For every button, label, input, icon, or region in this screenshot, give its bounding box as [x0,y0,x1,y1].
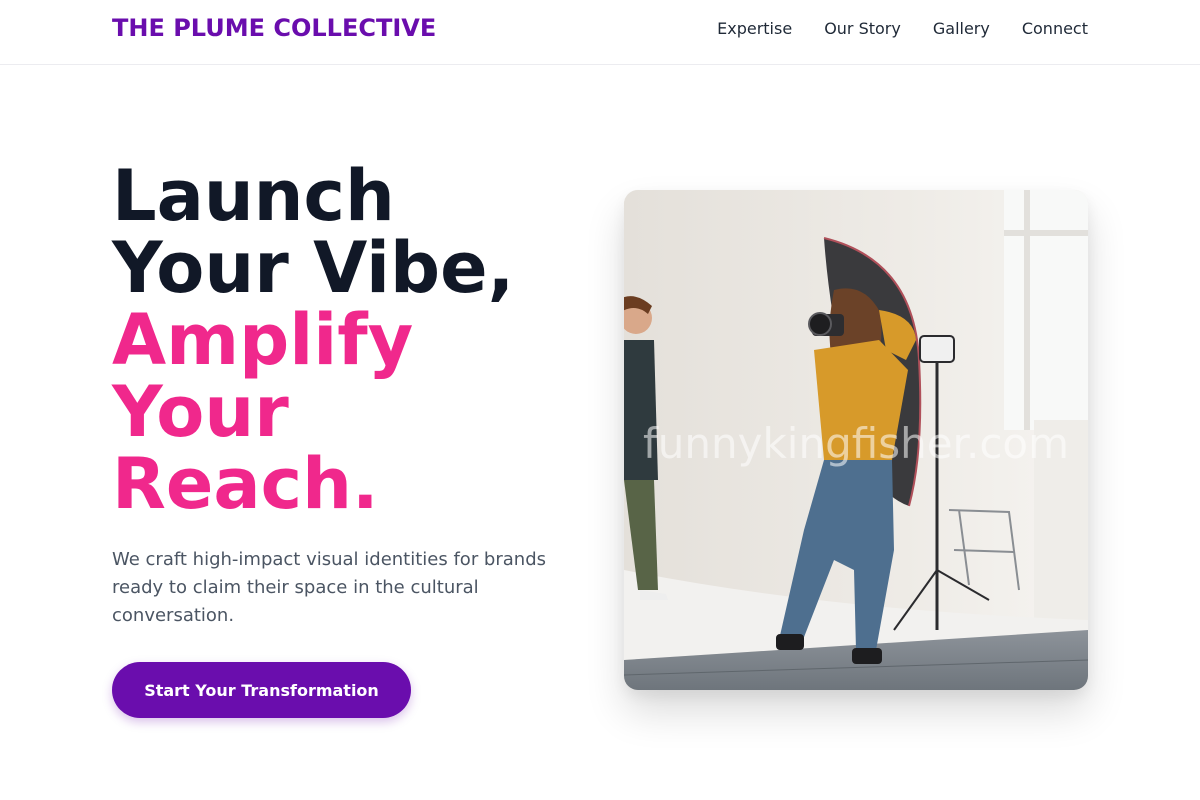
top-navbar: THE PLUME COLLECTIVE Expertise Our Story… [0,0,1200,65]
nav-menu: Expertise Our Story Gallery Connect [717,19,1088,38]
watermark-text: funnykingfisher.com [643,419,1069,468]
brand-logo[interactable]: THE PLUME COLLECTIVE [112,14,436,42]
photographer-studio-illustration: funnykingfisher.com [624,190,1088,690]
headline-accent-line-2: Your [112,371,289,453]
nav-link-our-story[interactable]: Our Story [824,19,901,38]
start-transformation-button[interactable]: Start Your Transformation [112,662,411,718]
hero-headline: Launch Your Vibe, Amplify Your Reach. [112,160,582,520]
hero-headline-block: Launch Your Vibe, Amplify Your Reach. [112,160,582,520]
hero-description: We craft high-impact visual identities f… [112,549,547,626]
nav-link-connect[interactable]: Connect [1022,19,1088,38]
hero-photo: funnykingfisher.com [624,190,1088,690]
headline-accent-line-3: Reach. [112,443,379,525]
headline-line-1: Launch [112,155,395,237]
headline-accent-line-1: Amplify [112,299,414,381]
headline-line-2: Your Vibe, [112,227,515,309]
nav-link-expertise[interactable]: Expertise [717,19,792,38]
nav-link-gallery[interactable]: Gallery [933,19,990,38]
